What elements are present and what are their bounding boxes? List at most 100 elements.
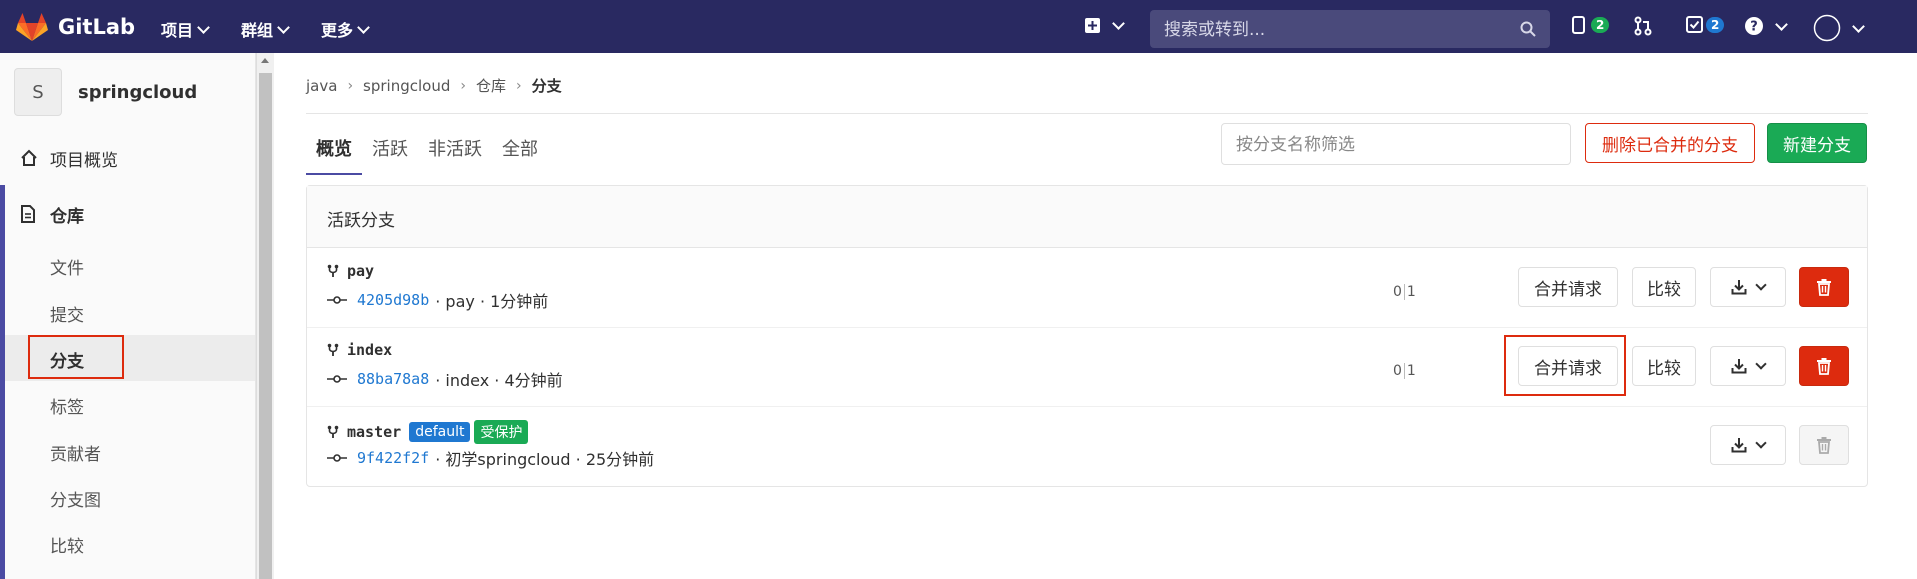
breadcrumb-springcloud[interactable]: springcloud	[363, 77, 450, 95]
help-dropdown[interactable]: ?	[1744, 16, 1788, 36]
branch-row: index 88ba78a8 · index · 4分钟前 0 1 合并请求 比…	[307, 327, 1867, 407]
tab-overview[interactable]: 概览	[306, 127, 362, 175]
branch-commit-info: 88ba78a8 · index · 4分钟前	[327, 367, 563, 391]
merge-request-button[interactable]: 合并请求	[1518, 346, 1618, 386]
compare-button[interactable]: 比较	[1632, 346, 1696, 386]
chevron-down-icon	[1775, 17, 1788, 31]
sidebar-scrollbar[interactable]	[256, 53, 274, 579]
branch-filter[interactable]	[1221, 123, 1571, 165]
user-avatar-icon	[1813, 14, 1841, 42]
behind-count: 0	[1393, 363, 1402, 379]
project-avatar: S	[14, 68, 62, 116]
download-icon	[1731, 280, 1747, 295]
commit-message: · index · 4分钟前	[435, 371, 563, 390]
commit-sha-link[interactable]: 9f422f2f	[357, 449, 429, 467]
nav-groups-label: 群组	[241, 21, 274, 40]
new-dropdown[interactable]	[1084, 17, 1125, 34]
delete-branch-button-disabled[interactable]	[1799, 425, 1849, 465]
download-dropdown[interactable]	[1710, 346, 1786, 386]
divergence-separator	[1403, 363, 1405, 379]
sidebar-subitem-files[interactable]: 文件	[50, 254, 84, 279]
branch-row: pay 4205d98b · pay · 1分钟前 0 1 合并请求 比较	[307, 248, 1867, 328]
trash-icon	[1817, 279, 1831, 296]
sidebar-subitem-graph[interactable]: 分支图	[50, 486, 101, 511]
protected-badge: 受保护	[474, 420, 529, 444]
gitlab-logo[interactable]: GitLab	[16, 12, 135, 42]
breadcrumb-repository[interactable]: 仓库	[476, 75, 506, 96]
chevron-down-icon	[277, 20, 290, 34]
commit-message: · pay · 1分钟前	[435, 292, 549, 311]
sidebar-item-repository[interactable]: 仓库	[0, 193, 255, 235]
todos-link[interactable]: 2	[1686, 16, 1725, 33]
nav-more[interactable]: 更多	[321, 17, 370, 41]
active-branches-panel: 活跃分支 pay 4205d98b · pay · 1分钟前 0 1 合并请求 …	[306, 185, 1868, 487]
commit-icon	[327, 296, 347, 304]
app-name: GitLab	[58, 15, 136, 39]
download-dropdown[interactable]	[1710, 267, 1786, 307]
chevron-down-icon	[357, 20, 370, 34]
sidebar-subitem-commits[interactable]: 提交	[50, 301, 84, 326]
scrollbar-thumb[interactable]	[259, 73, 272, 579]
chevron-down-icon	[197, 20, 210, 34]
help-icon: ?	[1745, 17, 1763, 35]
nav-more-label: 更多	[321, 21, 354, 40]
compare-button[interactable]: 比较	[1632, 267, 1696, 307]
branch-icon	[327, 343, 339, 356]
behind-count: 0	[1393, 284, 1402, 300]
project-name: springcloud	[78, 81, 198, 103]
merge-requests-link[interactable]	[1634, 16, 1652, 36]
scroll-up-arrow-icon[interactable]	[261, 58, 269, 63]
download-dropdown[interactable]	[1710, 425, 1786, 465]
search-input[interactable]	[1162, 18, 1506, 42]
branch-row: master default 受保护 9f422f2f · 初学springcl…	[307, 406, 1867, 485]
delete-branch-button[interactable]	[1799, 346, 1849, 386]
ahead-count: 1	[1406, 363, 1416, 379]
gitlab-logo-icon	[16, 13, 48, 41]
chevron-down-icon	[1852, 19, 1865, 33]
sidebar-project-header[interactable]: S springcloud	[14, 68, 197, 116]
delete-merged-branches-button[interactable]: 删除已合并的分支	[1585, 123, 1755, 163]
todos-count-badge: 2	[1706, 16, 1725, 33]
branch-name-link[interactable]: index	[347, 341, 392, 359]
download-icon	[1731, 359, 1747, 374]
breadcrumb-branches[interactable]: 分支	[532, 75, 562, 96]
sidebar-item-overview[interactable]: 项目概览	[0, 137, 255, 179]
chevron-down-icon	[1112, 17, 1125, 30]
top-navbar: GitLab 项目 群组 更多 2	[0, 0, 1917, 53]
nav-projects[interactable]: 项目	[161, 17, 210, 41]
sidebar-item-label: 仓库	[50, 206, 84, 227]
issues-link[interactable]: 2	[1572, 16, 1610, 34]
branch-name-link[interactable]: pay	[347, 262, 374, 280]
download-icon	[1731, 438, 1747, 453]
breadcrumb-separator-icon: ›	[347, 77, 354, 94]
divider	[306, 113, 1868, 114]
branch-commit-info: 9f422f2f · 初学springcloud · 25分钟前	[327, 446, 654, 470]
user-menu[interactable]	[1813, 14, 1865, 42]
global-search[interactable]	[1150, 10, 1550, 48]
commit-sha-link[interactable]: 4205d98b	[357, 291, 429, 309]
sidebar-item-label: 项目概览	[50, 150, 118, 171]
search-icon	[1520, 21, 1536, 37]
tab-active[interactable]: 活跃	[362, 127, 418, 175]
sidebar-subitem-compare[interactable]: 比较	[50, 532, 84, 557]
merge-request-button[interactable]: 合并请求	[1518, 267, 1618, 307]
branch-name-link[interactable]: master	[347, 423, 401, 441]
nav-groups[interactable]: 群组	[241, 17, 290, 41]
issues-icon	[1572, 16, 1585, 34]
breadcrumb-separator-icon: ›	[460, 77, 466, 94]
branch-tabs: 概览 活跃 非活跃 全部	[306, 127, 548, 175]
commit-icon	[327, 454, 347, 462]
branch-filter-input[interactable]	[1234, 133, 1558, 157]
commit-sha-link[interactable]: 88ba78a8	[357, 370, 429, 388]
tab-stale[interactable]: 非活跃	[418, 127, 492, 175]
delete-branch-button[interactable]	[1799, 267, 1849, 307]
document-icon	[20, 205, 42, 223]
tab-all[interactable]: 全部	[492, 127, 548, 175]
active-section-indicator	[0, 185, 5, 579]
branch-commit-info: 4205d98b · pay · 1分钟前	[327, 288, 548, 312]
branch-icon	[327, 264, 339, 277]
breadcrumb-java[interactable]: java	[306, 77, 337, 95]
new-branch-button[interactable]: 新建分支	[1767, 123, 1867, 163]
sidebar-subitem-tags[interactable]: 标签	[50, 393, 84, 418]
sidebar-subitem-contributors[interactable]: 贡献者	[50, 440, 101, 465]
